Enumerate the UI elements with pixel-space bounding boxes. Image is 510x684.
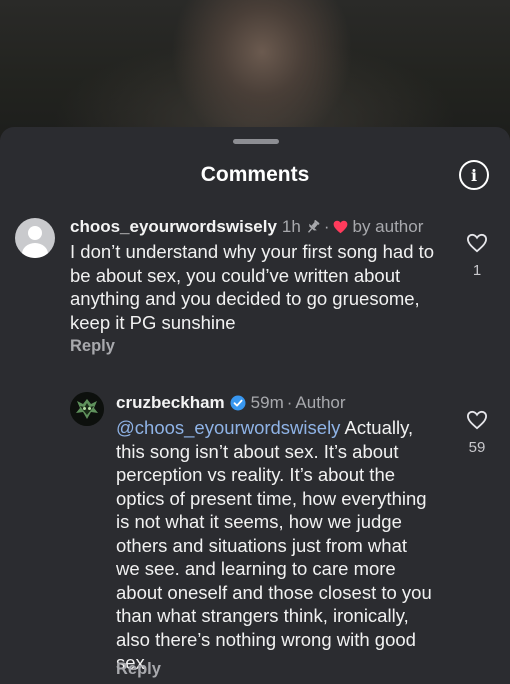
like-column: 1 [457, 233, 497, 279]
heart-outline-icon[interactable] [466, 233, 488, 253]
mention-link[interactable]: @choos_eyourwordswisely [116, 417, 340, 438]
avatar[interactable] [70, 392, 104, 426]
comment-text: I don’t understand why your first song h… [70, 241, 435, 333]
timestamp: 1h [281, 217, 301, 236]
username[interactable]: choos_eyourwordswisely [70, 217, 277, 237]
like-column: 59 [457, 410, 497, 456]
comment-meta: cruzbeckham 59m · Author [116, 393, 346, 413]
author-tag: Author [295, 393, 346, 412]
like-count: 59 [468, 439, 486, 456]
pin-icon [305, 219, 321, 235]
heart-outline-icon[interactable] [466, 410, 488, 430]
verified-badge-icon [230, 395, 246, 411]
comment-meta: choos_eyourwordswisely 1h · by author [70, 217, 424, 237]
avatar[interactable] [15, 218, 55, 258]
liked-by-author-label: by author [352, 217, 424, 236]
reply-button[interactable]: Reply [116, 660, 161, 679]
username[interactable]: cruzbeckham [116, 393, 225, 413]
comment-text: @choos_eyourwordswisely Actually, this s… [116, 416, 434, 675]
drag-handle[interactable] [233, 139, 279, 144]
sheet-title: Comments [200, 163, 310, 186]
comment-body: Actually, this song isn’t about sex. It’… [116, 417, 432, 673]
info-icon[interactable]: i [459, 160, 489, 190]
heart-icon [333, 220, 348, 234]
reply-button[interactable]: Reply [70, 337, 115, 356]
video-background [0, 0, 510, 140]
logo-icon [70, 392, 104, 426]
timestamp: 59m [250, 393, 284, 412]
like-count: 1 [472, 262, 482, 279]
